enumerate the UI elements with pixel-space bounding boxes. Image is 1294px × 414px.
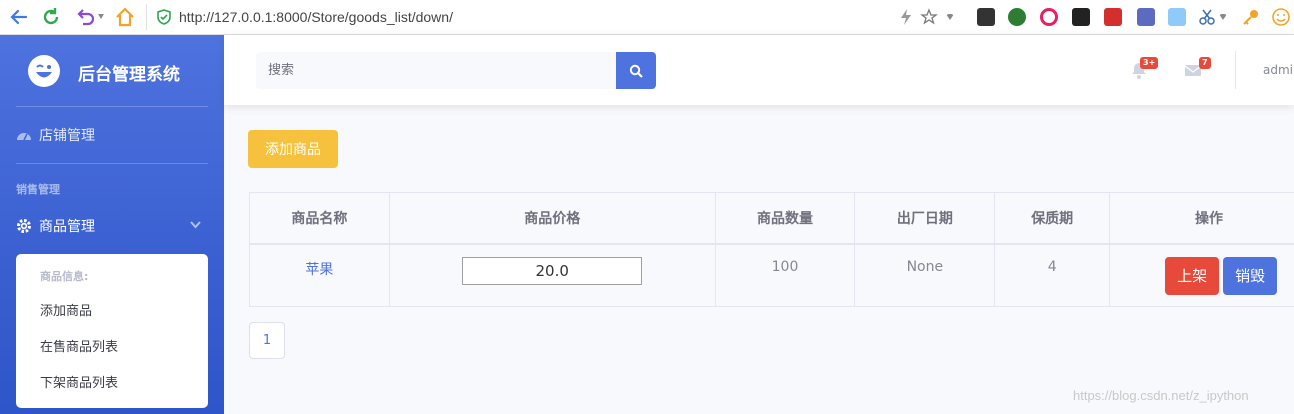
column-header-shelf-life: 保质期	[994, 192, 1111, 245]
extension-icon-6[interactable]	[1137, 8, 1155, 26]
goods-name-link[interactable]: 苹果	[305, 262, 333, 278]
cell-date: None	[854, 243, 996, 307]
pagination-page-1[interactable]: 1	[249, 322, 285, 359]
goods-submenu: 商品信息: 添加商品 在售商品列表 下架商品列表	[16, 254, 208, 408]
sidebar-brand[interactable]: 后台管理系统	[0, 35, 224, 106]
messages-badge: 7	[1199, 57, 1211, 69]
search-icon	[629, 64, 643, 78]
cell-actions: 上架 销毁	[1109, 243, 1294, 307]
sidebar-divider	[16, 106, 208, 107]
scissors-dropdown-icon[interactable]	[1219, 14, 1227, 20]
column-header-name: 商品名称	[249, 192, 390, 245]
chevron-down-icon	[190, 221, 201, 229]
laugh-wink-logo-icon	[28, 55, 60, 87]
topbar-divider	[1235, 51, 1236, 89]
extension-icon-1[interactable]	[977, 8, 995, 26]
css-extension-icon[interactable]	[1072, 8, 1090, 26]
extension-icon-3[interactable]	[1040, 8, 1058, 26]
sidebar-item-store[interactable]: 店铺管理	[16, 124, 95, 146]
column-header-price: 商品价格	[388, 192, 716, 245]
messages-dropdown[interactable]: 7	[1184, 57, 1211, 83]
goods-table: 商品名称 商品价格 商品数量 出厂日期 保质期 操作 苹果 100 None 4…	[249, 192, 1294, 307]
topbar: 3+ 7 admin	[224, 35, 1294, 105]
lightning-icon[interactable]	[897, 8, 915, 26]
table-header-row: 商品名称 商品价格 商品数量 出厂日期 保质期 操作	[249, 192, 1294, 245]
back-icon[interactable]	[8, 6, 30, 28]
column-header-actions: 操作	[1109, 192, 1294, 245]
browser-toolbar: http://127.0.0.1:8000/Store/goods_list/d…	[0, 0, 1294, 35]
table-row: 苹果 100 None 4 上架销毁	[249, 243, 1294, 307]
cell-shelf-life: 4	[994, 243, 1111, 307]
search-button[interactable]	[616, 52, 656, 89]
home-icon[interactable]	[114, 6, 136, 28]
submenu-item-add-goods[interactable]: 添加商品	[40, 300, 92, 319]
user-name[interactable]: admin	[1263, 63, 1294, 77]
gear-icon	[17, 219, 31, 233]
key-icon[interactable]	[1242, 8, 1260, 26]
sidebar-item-goods[interactable]: 商品管理	[16, 215, 208, 237]
submenu-item-off-shelf-list[interactable]: 下架商品列表	[40, 372, 118, 391]
cell-quantity: 100	[714, 243, 856, 307]
sidebar-section-heading: 销售管理	[16, 183, 60, 196]
reload-icon[interactable]	[40, 6, 62, 28]
search-input[interactable]	[256, 52, 616, 89]
scissors-icon[interactable]	[1198, 8, 1216, 26]
fe-extension-icon[interactable]	[1104, 8, 1122, 26]
watermark: https://blog.csdn.net/z_ipython	[1073, 388, 1249, 403]
smiley-icon[interactable]	[1272, 8, 1290, 26]
submenu-heading: 商品信息:	[40, 270, 89, 283]
alerts-dropdown[interactable]: 3+	[1130, 57, 1159, 83]
alerts-badge: 3+	[1140, 57, 1159, 69]
undo-dropdown-icon[interactable]	[98, 14, 104, 19]
column-header-date: 出厂日期	[854, 192, 996, 245]
list-on-shelf-button[interactable]: 上架	[1165, 257, 1220, 295]
sidebar-divider	[16, 163, 208, 164]
sidebar-item-label: 商品管理	[39, 219, 95, 235]
destroy-button[interactable]: 销毁	[1223, 257, 1278, 295]
url-text: http://127.0.0.1:8000/Store/goods_list/d…	[179, 9, 453, 25]
extension-icon-2[interactable]	[1008, 8, 1026, 26]
undo-icon[interactable]	[74, 6, 96, 28]
secure-shield-icon	[157, 9, 171, 25]
dashboard-icon	[17, 133, 31, 141]
brand-title: 后台管理系统	[78, 65, 180, 84]
star-icon[interactable]	[920, 8, 938, 26]
cell-name: 苹果	[249, 243, 390, 307]
submenu-item-on-sale-list[interactable]: 在售商品列表	[40, 336, 118, 355]
address-bar[interactable]: http://127.0.0.1:8000/Store/goods_list/d…	[146, 4, 866, 30]
column-header-quantity: 商品数量	[714, 192, 856, 245]
price-input[interactable]	[462, 257, 643, 285]
sidebar: 后台管理系统 店铺管理 销售管理 商品管理 商品信息: 添加商品 在售商品列表 …	[0, 35, 224, 414]
cell-price	[388, 243, 716, 307]
extension-icon-7[interactable]	[1168, 8, 1186, 26]
add-goods-button[interactable]: 添加商品	[248, 130, 338, 168]
favorites-dropdown-icon[interactable]	[946, 14, 954, 20]
sidebar-item-label: 店铺管理	[39, 128, 95, 144]
